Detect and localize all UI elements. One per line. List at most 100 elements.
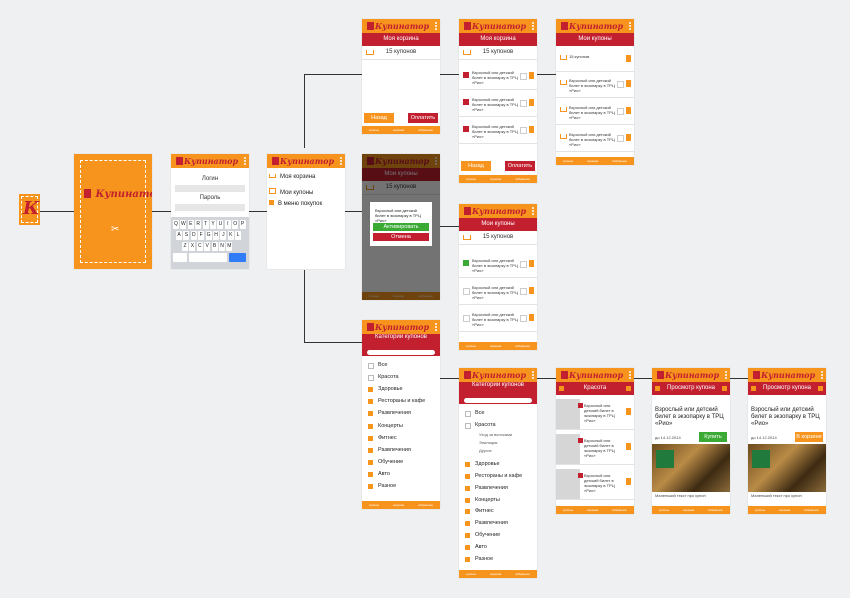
category-checkbox-icon[interactable] [465,533,470,539]
tab-coupons[interactable]: купоны [466,572,476,576]
keyboard-key[interactable]: Y [210,220,216,229]
keyboard-key[interactable]: W [180,220,187,229]
tab-cart[interactable]: корзина [587,508,598,512]
kebab-menu-icon[interactable] [532,371,534,373]
category-item[interactable]: Авто [465,544,487,551]
keyboard-key[interactable]: L [235,231,242,240]
pay-button[interactable]: Оплатить [505,161,535,171]
keyboard-key[interactable]: J [220,231,227,240]
space-key[interactable] [189,253,227,262]
list-item[interactable]: Взрослый или детский билет в экзопарку в… [459,251,537,278]
keyboard-key[interactable]: C [196,242,203,251]
chevron-right-icon[interactable] [626,55,631,62]
remove-icon[interactable] [463,126,469,132]
kebab-menu-icon[interactable] [244,157,246,159]
back-arrow-icon[interactable] [751,386,756,391]
category-checkbox-icon[interactable] [465,411,471,417]
tab-favorites[interactable]: избранное [612,159,627,163]
in-cart-button[interactable]: В корзине [795,432,823,442]
tab-coupons[interactable]: купоны [466,344,476,348]
tab-coupons[interactable]: купоны [466,177,476,181]
login-input[interactable] [175,185,245,192]
category-item[interactable]: Красота [368,374,399,382]
tab-cart[interactable]: корзина [779,508,790,512]
select-checkbox[interactable] [617,135,624,142]
pay-button[interactable]: Оплатить [408,113,438,123]
back-arrow-icon[interactable] [655,386,660,391]
kebab-menu-icon[interactable] [532,22,534,24]
chevron-right-icon[interactable] [529,260,534,267]
tab-favorites[interactable]: избранное [515,572,530,576]
category-item[interactable]: Фитнес [465,508,494,515]
category-item[interactable]: Разное [465,556,493,562]
tab-cart[interactable]: корзина [490,344,501,348]
tab-coupons[interactable]: купоны [755,508,765,512]
category-checkbox-icon[interactable] [368,459,373,465]
keyboard-key[interactable]: K [227,231,234,240]
keyboard-key[interactable]: D [190,231,197,240]
filter-icon[interactable] [626,386,631,391]
category-checkbox-icon[interactable] [368,435,373,441]
keyboard-key[interactable]: O [232,220,239,229]
keyboard-key[interactable]: S [183,231,190,240]
category-item[interactable]: Здоровье [368,386,403,393]
keyboard-key[interactable]: A [176,231,182,240]
list-item[interactable]: Взрослый или детский билет в экзопарку в… [556,399,634,430]
category-item[interactable]: Развлечения [465,520,508,527]
list-item[interactable]: Взрослый или детский билет в экзопарку в… [556,125,634,152]
select-checkbox[interactable] [617,108,624,115]
category-checkbox-icon[interactable] [368,423,373,429]
kebab-menu-icon[interactable] [340,157,342,159]
select-checkbox[interactable] [520,100,527,107]
tab-favorites[interactable]: избранное [708,508,723,512]
category-checkbox-icon[interactable] [465,422,471,429]
search-input[interactable] [464,398,532,403]
list-item[interactable]: Взрослый или детский билет в экзопарку в… [556,434,634,465]
kebab-menu-icon[interactable] [629,371,631,373]
select-checkbox[interactable] [520,315,527,322]
list-item[interactable]: Взрослый или детский билет в экзопарку в… [459,305,537,332]
select-checkbox[interactable] [617,81,624,88]
category-item[interactable]: Обучение [368,459,403,465]
checked-icon[interactable] [463,260,469,266]
category-checkbox-icon[interactable] [465,521,470,527]
keyboard-key[interactable]: P [239,220,246,229]
subcategory-item[interactable]: Уход за волосами [479,432,512,437]
category-item[interactable]: Рестораны и кафе [465,473,522,479]
keyboard-key[interactable]: Q [173,220,179,229]
keyboard-key[interactable]: U [217,220,224,229]
chevron-right-icon[interactable] [626,443,631,450]
tab-coupons[interactable]: купоны [369,128,379,132]
keyboard-key[interactable]: F [198,231,205,240]
category-checkbox-icon[interactable] [465,545,470,551]
tab-favorites[interactable]: избранное [418,503,433,507]
select-checkbox[interactable] [520,127,527,134]
menu-item-shop[interactable]: В меню покупок [269,200,322,207]
keyboard-key[interactable]: H [213,231,219,240]
chevron-right-icon[interactable] [626,478,631,485]
cancel-button[interactable]: Отмена [373,233,429,241]
category-checkbox-icon[interactable] [368,484,373,489]
kebab-menu-icon[interactable] [629,22,631,24]
chevron-right-icon[interactable] [626,80,631,87]
remove-icon[interactable] [463,72,469,78]
keyboard-key[interactable]: M [226,242,233,251]
back-button[interactable]: Назад [461,161,491,171]
chevron-right-icon[interactable] [529,72,534,79]
key-123[interactable] [173,253,187,262]
keyboard-key[interactable]: G [205,231,212,240]
chevron-right-icon[interactable] [529,287,534,294]
tab-cart[interactable]: корзина [490,572,501,576]
category-checkbox-icon[interactable] [465,473,470,479]
category-item[interactable]: Развлечения [368,447,411,453]
back-button[interactable]: Назад [364,113,394,123]
select-checkbox[interactable] [463,315,470,322]
category-item[interactable]: Обучение [465,532,500,539]
chevron-right-icon[interactable] [626,134,631,141]
keyboard-key[interactable]: E [187,220,194,229]
list-item[interactable]: Взрослый или детский билет в экзопарку в… [556,71,634,98]
list-item[interactable]: 15 купонов [556,46,634,72]
select-checkbox[interactable] [520,288,527,295]
category-item[interactable]: Все [465,410,484,417]
category-checkbox-icon[interactable] [465,509,470,515]
